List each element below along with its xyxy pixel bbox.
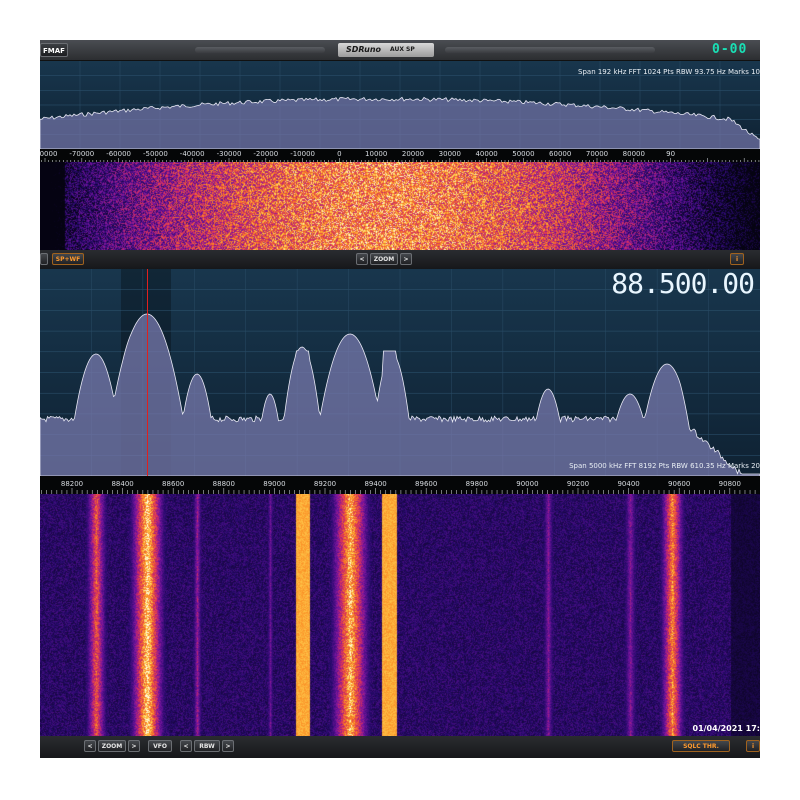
clock-display: 0-00 xyxy=(712,42,748,57)
rbw-up-button[interactable]: > xyxy=(222,740,234,752)
axis-tick-label: 10000 xyxy=(365,150,388,158)
vfo-marker-line[interactable] xyxy=(147,269,148,476)
axis-tick-label: 40000 xyxy=(475,150,498,158)
axis-tick-label: 90800 xyxy=(718,480,741,488)
axis-tick-label: -40000 xyxy=(179,150,205,158)
axis-tick-label: 89400 xyxy=(364,480,387,488)
axis-tick-label: 90200 xyxy=(566,480,590,488)
bottom-zoom-in-button[interactable]: > xyxy=(128,740,140,752)
info-button[interactable]: i xyxy=(730,253,744,265)
axis-tick-label: 89600 xyxy=(415,480,438,488)
axis-tick-label: 0 xyxy=(337,150,342,158)
drag-grip-left[interactable] xyxy=(195,47,325,53)
middle-toolbar: SP+WF < ZOOM > i xyxy=(40,250,760,269)
wide-spectrum-info: Span 192 kHz FFT 1024 Pts RBW 93.75 Hz M… xyxy=(578,68,760,76)
axis-tick-label: 30000 xyxy=(438,150,461,158)
title-bar[interactable]: FMAF SDRuno AUX SP 0-00 xyxy=(40,40,760,61)
wide-frequency-axis[interactable]: -80000 -70000 -60000 -50000 -40000 -30000 -200… xyxy=(40,149,760,162)
axis-tick-label: 90 xyxy=(666,150,676,158)
vfo-button[interactable]: VFO xyxy=(148,740,172,752)
wide-waterfall[interactable] xyxy=(40,162,760,250)
bottom-zoom-label: ZOOM xyxy=(98,740,126,752)
axis-tick-label: 50000 xyxy=(512,150,535,158)
zoom-label: ZOOM xyxy=(370,253,398,265)
axis-tick-label: 20000 xyxy=(401,150,425,158)
squelch-threshold-button[interactable]: SQLC THR. xyxy=(672,740,730,752)
axis-tick-label: 80000 xyxy=(622,150,645,158)
axis-tick-label: 89200 xyxy=(313,480,337,488)
rbw-down-button[interactable]: < xyxy=(180,740,192,752)
axis-tick-label: -50000 xyxy=(142,150,168,158)
axis-tick-label: -60000 xyxy=(106,150,131,158)
fmaf-button[interactable]: FMAF xyxy=(40,43,68,57)
wide-spectrum-panel[interactable]: Span 192 kHz FFT 1024 Pts RBW 93.75 Hz M… xyxy=(40,61,760,149)
axis-tick-label: -70000 xyxy=(69,150,95,158)
axis-tick-label: 90600 xyxy=(668,480,691,488)
zoom-waterfall[interactable]: 01/04/2021 17: xyxy=(40,494,760,736)
axis-tick-label: 90000 xyxy=(516,480,539,488)
axis-tick-label: 88400 xyxy=(111,480,134,488)
zoom-spectrum-trace xyxy=(40,269,760,476)
axis-tick-label: -30000 xyxy=(216,150,242,158)
sdruno-aux-window: FMAF SDRuno AUX SP 0-00 Span 192 kHz FFT… xyxy=(40,40,760,758)
zoom-in-button[interactable]: > xyxy=(400,253,412,265)
window-title: SDRuno AUX SP xyxy=(338,43,434,57)
axis-tick-label: 60000 xyxy=(549,150,572,158)
zoom-waterfall-canvas xyxy=(40,494,760,736)
axis-tick-label: -20000 xyxy=(253,150,279,158)
zoom-spectrum-panel[interactable]: 88.500.00 Span 5000 kHz FFT 8192 Pts RBW… xyxy=(40,269,760,476)
axis-tick-label: 89800 xyxy=(465,480,488,488)
window-subtitle: AUX SP xyxy=(390,46,415,53)
waterfall-date-stamp: 01/04/2021 17: xyxy=(692,724,761,733)
zoom-frequency-axis[interactable]: 88200 88400 88600 88800 89000 89200 89400 89600… xyxy=(40,476,760,494)
axis-tick-label: -10000 xyxy=(290,150,315,158)
sp-wf-mode-button[interactable]: SP+WF xyxy=(52,253,84,265)
axis-tick-label: 88800 xyxy=(212,480,235,488)
axis-tick-label: 70000 xyxy=(585,150,609,158)
axis-tick-label: -80000 xyxy=(40,150,58,158)
collapse-stub-button[interactable] xyxy=(40,253,48,265)
axis-tick-label: 88200 xyxy=(60,480,84,488)
bottom-info-button[interactable]: i xyxy=(746,740,760,752)
zoom-out-button[interactable]: < xyxy=(356,253,368,265)
axis-tick-label: 90400 xyxy=(617,480,640,488)
wide-waterfall-canvas xyxy=(40,162,760,250)
axis-tick-label: 89000 xyxy=(263,480,286,488)
drag-grip-right[interactable] xyxy=(445,47,655,53)
rbw-label: RBW xyxy=(194,740,220,752)
zoom-spectrum-info: Span 5000 kHz FFT 8192 Pts RBW 610.35 Hz… xyxy=(569,462,760,470)
bottom-zoom-out-button[interactable]: < xyxy=(84,740,96,752)
axis-tick-label: 88600 xyxy=(162,480,185,488)
frequency-display[interactable]: 88.500.00 xyxy=(611,269,755,300)
bottom-toolbar: < ZOOM > VFO < RBW > SQLC THR. i xyxy=(40,736,760,758)
brand-label: SDRuno xyxy=(346,45,382,54)
